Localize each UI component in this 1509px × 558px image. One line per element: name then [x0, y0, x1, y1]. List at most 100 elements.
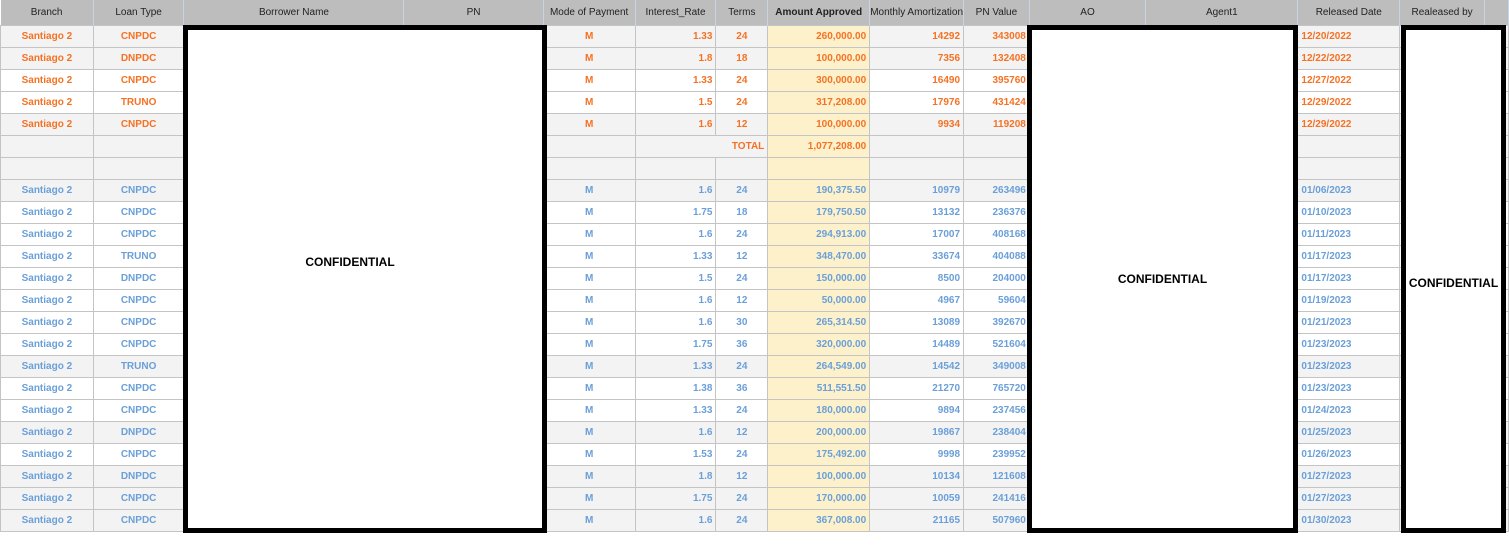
loan-type-cell[interactable]: CNPDC [92, 509, 185, 532]
pn-value-cell[interactable]: 521604 [963, 333, 1030, 356]
loan-type-cell[interactable]: DNPDC [92, 421, 185, 444]
pn-value-cell[interactable]: 241416 [963, 487, 1030, 510]
mode-of-payment-cell[interactable]: M [542, 245, 636, 268]
mode-of-payment-cell[interactable]: M [542, 113, 636, 136]
loan-type-cell[interactable]: DNPDC [92, 465, 185, 488]
amount-approved-cell[interactable]: 100,000.00 [767, 47, 871, 70]
pn-value-cell[interactable]: 236376 [963, 201, 1030, 224]
amount-approved-cell[interactable]: 511,551.50 [767, 377, 871, 400]
monthly-amortization-cell[interactable]: 7356 [869, 47, 965, 70]
column-header[interactable]: Released Date [1297, 0, 1401, 26]
loan-type-cell[interactable]: CNPDC [92, 399, 185, 422]
interest-rate-cell[interactable]: 1.33 [634, 245, 717, 268]
total-label[interactable]: TOTAL [634, 135, 769, 158]
monthly-amortization-cell[interactable]: 10059 [869, 487, 965, 510]
amount-approved-cell[interactable]: 300,000.00 [767, 69, 871, 92]
branch-cell[interactable]: Santiago 2 [0, 377, 94, 400]
amount-approved-cell[interactable]: 260,000.00 [767, 25, 871, 48]
released-date-cell[interactable]: 12/27/2022 [1297, 69, 1401, 92]
amount-approved-cell[interactable]: 190,375.50 [767, 179, 871, 202]
amount-approved-cell[interactable]: 348,470.00 [767, 245, 871, 268]
mode-of-payment-cell[interactable]: M [542, 289, 636, 312]
amount-approved-cell[interactable]: 175,492.00 [767, 443, 871, 466]
mode-of-payment-cell[interactable]: M [542, 487, 636, 510]
interest-rate-cell[interactable]: 1.75 [634, 201, 717, 224]
pn-value-cell[interactable]: 404088 [963, 245, 1030, 268]
branch-cell[interactable]: Santiago 2 [0, 443, 94, 466]
released-date-cell[interactable]: 01/17/2023 [1297, 267, 1401, 290]
monthly-amortization-cell[interactable]: 14489 [869, 333, 965, 356]
empty-cell[interactable] [963, 157, 1030, 180]
empty-cell[interactable] [634, 157, 717, 180]
released-date-cell[interactable]: 12/20/2022 [1297, 25, 1401, 48]
amount-approved-cell[interactable]: 180,000.00 [767, 399, 871, 422]
mode-of-payment-cell[interactable]: M [542, 47, 636, 70]
branch-cell[interactable]: Santiago 2 [0, 355, 94, 378]
mode-of-payment-cell[interactable]: M [542, 399, 636, 422]
branch-cell[interactable]: Santiago 2 [0, 245, 94, 268]
amount-approved-cell[interactable]: 150,000.00 [767, 267, 871, 290]
monthly-amortization-cell[interactable]: 21270 [869, 377, 965, 400]
terms-cell[interactable]: 24 [715, 355, 769, 378]
column-header[interactable]: Borrower Name [183, 0, 405, 26]
interest-rate-cell[interactable]: 1.33 [634, 355, 717, 378]
interest-rate-cell[interactable]: 1.53 [634, 443, 717, 466]
pn-value-cell[interactable]: 239952 [963, 443, 1030, 466]
released-date-cell[interactable]: 01/30/2023 [1297, 509, 1401, 532]
monthly-amortization-cell[interactable]: 33674 [869, 245, 965, 268]
terms-cell[interactable]: 24 [715, 69, 769, 92]
pn-value-cell[interactable]: 507960 [963, 509, 1030, 532]
branch-cell[interactable]: Santiago 2 [0, 399, 94, 422]
released-date-cell[interactable]: 12/29/2022 [1297, 113, 1401, 136]
monthly-amortization-cell[interactable]: 16490 [869, 69, 965, 92]
empty-cell[interactable] [963, 135, 1030, 158]
released-date-cell[interactable]: 12/22/2022 [1297, 47, 1401, 70]
pn-value-cell[interactable]: 343008 [963, 25, 1030, 48]
loan-type-cell[interactable]: CNPDC [92, 333, 185, 356]
interest-rate-cell[interactable]: 1.5 [634, 91, 717, 114]
branch-cell[interactable]: Santiago 2 [0, 25, 94, 48]
terms-cell[interactable]: 24 [715, 487, 769, 510]
released-date-cell[interactable]: 01/23/2023 [1297, 333, 1401, 356]
loan-type-cell[interactable]: DNPDC [92, 47, 185, 70]
branch-cell[interactable]: Santiago 2 [0, 465, 94, 488]
released-date-cell[interactable]: 01/26/2023 [1297, 443, 1401, 466]
empty-cell[interactable] [1297, 135, 1401, 158]
pn-value-cell[interactable]: 59604 [963, 289, 1030, 312]
mode-of-payment-cell[interactable]: M [542, 267, 636, 290]
mode-of-payment-cell[interactable]: M [542, 311, 636, 334]
empty-cell[interactable] [0, 157, 94, 180]
branch-cell[interactable]: Santiago 2 [0, 509, 94, 532]
column-header[interactable]: PN Value [963, 0, 1030, 26]
mode-of-payment-cell[interactable]: M [542, 509, 636, 532]
terms-cell[interactable]: 12 [715, 465, 769, 488]
mode-of-payment-cell[interactable]: M [542, 377, 636, 400]
released-date-cell[interactable]: 01/19/2023 [1297, 289, 1401, 312]
loan-type-cell[interactable]: CNPDC [92, 377, 185, 400]
total-amount-cell[interactable]: 1,077,208.00 [767, 135, 871, 158]
column-header[interactable] [1484, 0, 1509, 26]
interest-rate-cell[interactable]: 1.33 [634, 69, 717, 92]
interest-rate-cell[interactable]: 1.6 [634, 509, 717, 532]
pn-value-cell[interactable]: 119208 [963, 113, 1030, 136]
branch-cell[interactable]: Santiago 2 [0, 179, 94, 202]
terms-cell[interactable]: 18 [715, 47, 769, 70]
terms-cell[interactable]: 12 [715, 113, 769, 136]
loan-type-cell[interactable]: DNPDC [92, 267, 185, 290]
interest-rate-cell[interactable]: 1.6 [634, 179, 717, 202]
interest-rate-cell[interactable]: 1.75 [634, 333, 717, 356]
pn-value-cell[interactable]: 121608 [963, 465, 1030, 488]
interest-rate-cell[interactable]: 1.6 [634, 289, 717, 312]
monthly-amortization-cell[interactable]: 4967 [869, 289, 965, 312]
amount-approved-cell[interactable]: 200,000.00 [767, 421, 871, 444]
interest-rate-cell[interactable]: 1.6 [634, 421, 717, 444]
mode-of-payment-cell[interactable]: M [542, 443, 636, 466]
terms-cell[interactable]: 12 [715, 245, 769, 268]
terms-cell[interactable]: 36 [715, 377, 769, 400]
column-header[interactable]: Agent1 [1145, 0, 1299, 26]
interest-rate-cell[interactable]: 1.8 [634, 47, 717, 70]
column-header[interactable]: Terms [715, 0, 769, 26]
loan-type-cell[interactable]: CNPDC [92, 25, 185, 48]
loan-type-cell[interactable]: TRUNO [92, 91, 185, 114]
loan-type-cell[interactable]: CNPDC [92, 113, 185, 136]
